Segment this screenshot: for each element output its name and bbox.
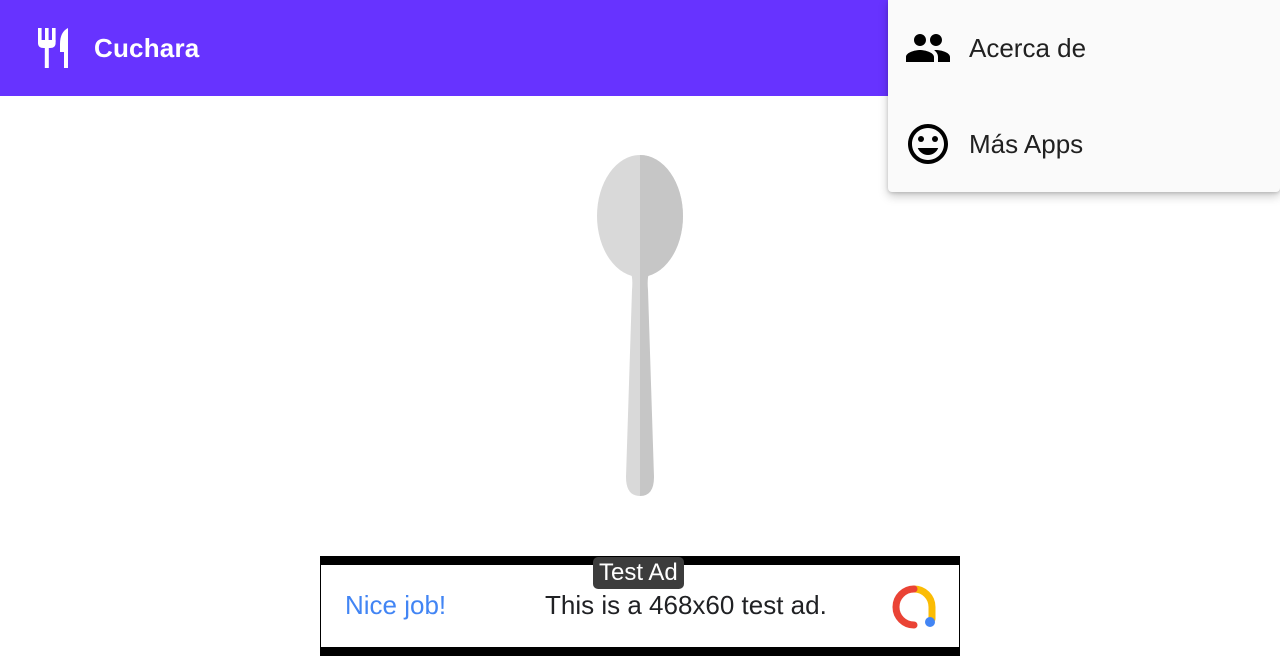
menu-item-label: Más Apps: [969, 129, 1084, 159]
smiley-icon: [908, 124, 948, 164]
admob-logo-icon[interactable]: [892, 585, 936, 629]
people-icon: [906, 34, 950, 62]
ad-cta-text[interactable]: Nice job!: [345, 589, 446, 621]
menu-item-label: Acerca de: [969, 33, 1087, 63]
test-ad-badge: Test Ad: [593, 557, 684, 589]
menu-item-about[interactable]: Acerca de: [888, 0, 1280, 96]
ad-banner[interactable]: Nice job! This is a 468x60 test ad. Test…: [320, 556, 960, 656]
restaurant-icon: [38, 28, 68, 68]
app-title: Cuchara: [94, 33, 200, 63]
spoon-icon: [597, 155, 683, 496]
menu-item-more-apps[interactable]: Más Apps: [888, 96, 1280, 192]
overflow-menu: Acerca de Más Apps: [888, 0, 1280, 192]
ad-body-text[interactable]: This is a 468x60 test ad.: [545, 589, 827, 621]
